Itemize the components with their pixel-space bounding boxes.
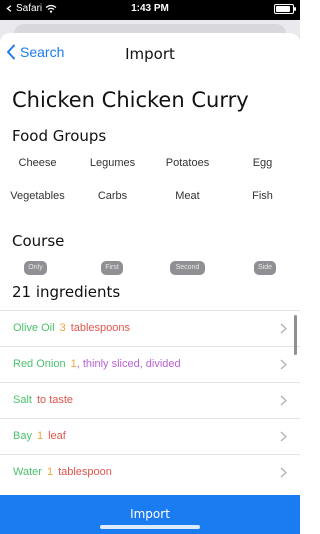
ingredient-quantity: 3 (59, 322, 66, 334)
battery-icon (274, 4, 296, 14)
ingredient-name: Water (13, 466, 42, 478)
chevron-right-icon (280, 323, 287, 334)
ingredient-row[interactable]: Red Onion 1, thinly sliced, divided (0, 346, 300, 382)
food-group-meat[interactable]: Meat (150, 190, 225, 203)
ingredients-list: Olive Oil 3 tablespoons Red Onion 1, thinly… (0, 310, 300, 490)
ingredient-text: Red Onion 1, thinly sliced, divided (13, 358, 181, 370)
food-group-fish[interactable]: Fish (225, 190, 300, 203)
ingredient-name: Olive Oil (13, 322, 55, 334)
ingredient-text: Water 1 tablespoon (13, 466, 112, 478)
chevron-right-icon (280, 467, 287, 478)
food-group-potatoes[interactable]: Potatoes (150, 157, 225, 170)
course-option-first[interactable]: First (101, 261, 123, 275)
food-group-carbs[interactable]: Carbs (75, 190, 150, 203)
food-groups-title: Food Groups (12, 127, 107, 145)
chevron-right-icon (280, 359, 287, 370)
ingredient-quantity: 1 (36, 430, 44, 442)
ingredient-text: Bay 1 leaf (13, 430, 66, 442)
course-title: Course (12, 232, 65, 250)
recipe-title: Chicken Chicken Curry (12, 88, 249, 112)
course-option-only[interactable]: Only (24, 261, 47, 275)
ingredient-row[interactable]: Olive Oil 3 tablespoons (0, 310, 300, 346)
ingredient-name: Bay (13, 430, 32, 442)
food-group-legumes[interactable]: Legumes (75, 157, 150, 170)
ingredient-row[interactable]: Water 1 tablespoon (0, 454, 300, 490)
ingredient-row[interactable]: Bay 1 leaf (0, 418, 300, 454)
ingredient-name: Salt (13, 394, 32, 406)
navigation-bar: Search Import (0, 33, 300, 77)
ingredient-note: , thinly sliced, divided (76, 358, 181, 370)
course-selector: Only First Second Side (0, 261, 300, 275)
food-group-vegetables[interactable]: Vegetables (0, 190, 75, 203)
ingredients-title: 21 ingredients (12, 283, 121, 301)
ingredient-unit: tablespoons (70, 322, 131, 334)
ingredient-unit: leaf (48, 430, 66, 442)
ingredient-unit: to taste (36, 394, 74, 406)
ingredient-row[interactable]: Salt to taste (0, 382, 300, 418)
status-bar: Safari 1:43 PM (0, 0, 300, 20)
food-group-cheese[interactable]: Cheese (0, 157, 75, 170)
status-right (274, 4, 296, 14)
import-sheet: Search Import Chicken Chicken Curry Food… (0, 33, 300, 534)
chevron-right-icon (280, 395, 287, 406)
nav-title: Import (125, 45, 175, 63)
food-groups-grid: Cheese Legumes Potatoes Egg Vegetables C… (0, 157, 300, 203)
ingredient-text: Salt to taste (13, 394, 73, 406)
ingredient-quantity: 1 (46, 466, 54, 478)
ingredient-text: Olive Oil 3 tablespoons (13, 322, 130, 334)
home-indicator[interactable] (100, 525, 200, 529)
chevron-right-icon (280, 431, 287, 442)
status-time: 1:43 PM (131, 3, 169, 14)
course-option-side[interactable]: Side (254, 261, 276, 275)
ingredient-unit: tablespoon (58, 466, 112, 478)
food-group-egg[interactable]: Egg (225, 157, 300, 170)
screen: Safari 1:43 PM Search Import Chicken Chi… (0, 0, 300, 534)
ingredient-name: Red Onion (13, 358, 66, 370)
course-option-second[interactable]: Second (170, 261, 205, 275)
scroll-indicator[interactable] (294, 315, 297, 355)
